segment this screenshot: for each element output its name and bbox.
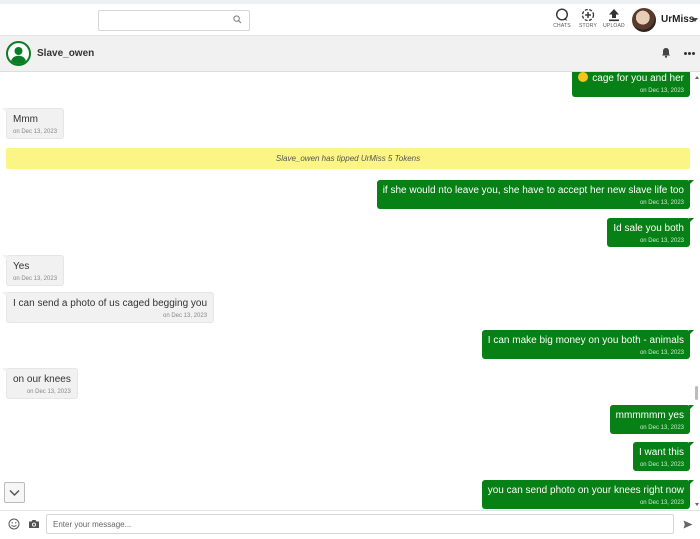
message-text: mmmmmm yes bbox=[615, 410, 684, 421]
message-incoming: Yes on Dec 13, 2023 bbox=[1, 255, 65, 286]
nav-chats-label: CHATS bbox=[553, 23, 571, 29]
user-silhouette-icon bbox=[10, 47, 27, 64]
message-outgoing: cage for you and her on Dec 13, 2023 bbox=[572, 72, 690, 97]
message-outgoing: you can send photo on your knees right n… bbox=[481, 480, 694, 509]
message-date: on Dec 13, 2023 bbox=[13, 129, 58, 135]
search-box[interactable] bbox=[98, 10, 250, 31]
message-date: on Dec 13, 2023 bbox=[639, 350, 684, 356]
message-date: on Dec 13, 2023 bbox=[639, 500, 684, 506]
scroll-to-bottom-button[interactable] bbox=[4, 482, 25, 503]
message-text: Id sale you both bbox=[613, 223, 684, 234]
message-outgoing: I want this on Dec 13, 2023 bbox=[632, 442, 694, 471]
message-text: I can make big money on you both - anima… bbox=[487, 335, 684, 346]
username[interactable]: UrMiss bbox=[661, 14, 694, 25]
chevron-down-icon bbox=[9, 489, 20, 497]
nav-upload-label: UPLOAD bbox=[603, 23, 625, 29]
bell-icon[interactable] bbox=[661, 47, 671, 58]
nav-chats[interactable]: CHATS bbox=[551, 8, 573, 29]
message-outgoing: mmmmmm yes on Dec 13, 2023 bbox=[609, 405, 694, 434]
contact-name[interactable]: Slave_owen bbox=[37, 48, 94, 59]
message-text: cage for you and her bbox=[592, 73, 684, 84]
message-input[interactable] bbox=[46, 514, 674, 534]
smiling-emoji-icon bbox=[578, 72, 589, 82]
message-date: on Dec 13, 2023 bbox=[639, 425, 684, 431]
scroll-thumb[interactable] bbox=[695, 386, 698, 400]
message-date: on Dec 13, 2023 bbox=[639, 462, 684, 468]
message-list[interactable]: cage for you and her on Dec 13, 2023 Mmm… bbox=[0, 72, 694, 510]
contact-avatar[interactable] bbox=[6, 41, 31, 66]
message-date: on Dec 13, 2023 bbox=[639, 238, 684, 244]
chat-header: Slave_owen bbox=[0, 36, 700, 72]
message-text: I want this bbox=[638, 447, 684, 458]
upload-icon bbox=[609, 9, 619, 22]
message-date: on Dec 13, 2023 bbox=[639, 200, 684, 206]
nav-upload[interactable]: UPLOAD bbox=[603, 8, 625, 29]
message-outgoing: if she would nto leave you, she have to … bbox=[376, 180, 694, 209]
nav-story-label: STORY bbox=[578, 23, 598, 29]
message-incoming: I can send a photo of us caged begging y… bbox=[1, 292, 215, 323]
nav-story[interactable]: STORY bbox=[577, 8, 599, 29]
chevron-down-icon[interactable] bbox=[692, 18, 698, 22]
message-date: on Dec 13, 2023 bbox=[639, 88, 684, 94]
message-date: on Dec 13, 2023 bbox=[163, 313, 208, 319]
chat-icon bbox=[555, 8, 569, 21]
emoji-icon[interactable] bbox=[8, 518, 20, 530]
message-text: on our knees bbox=[13, 374, 71, 385]
message-date: on Dec 13, 2023 bbox=[13, 276, 58, 282]
message-incoming: Mmm on Dec 13, 2023 bbox=[1, 108, 65, 139]
scrollbar[interactable] bbox=[694, 72, 700, 510]
tip-notification: Slave_owen has tipped UrMiss 5 Tokens bbox=[6, 148, 690, 169]
scroll-up-icon[interactable] bbox=[695, 76, 699, 79]
message-date: on Dec 13, 2023 bbox=[26, 389, 71, 395]
search-icon[interactable] bbox=[233, 15, 242, 24]
more-options-icon[interactable] bbox=[684, 52, 696, 55]
message-outgoing: I can make big money on you both - anima… bbox=[481, 330, 694, 359]
user-avatar[interactable] bbox=[632, 8, 656, 32]
message-text: I can send a photo of us caged begging y… bbox=[13, 298, 208, 309]
message-text: Yes bbox=[13, 261, 30, 272]
send-icon[interactable] bbox=[683, 520, 693, 529]
scroll-down-icon[interactable] bbox=[695, 503, 699, 506]
camera-icon[interactable] bbox=[28, 519, 40, 529]
top-bar: CHATS STORY UPLOAD UrMiss bbox=[0, 0, 700, 36]
story-add-icon bbox=[581, 8, 595, 22]
message-composer bbox=[0, 510, 700, 539]
message-text: if she would nto leave you, she have to … bbox=[382, 185, 684, 196]
message-text: you can send photo on your knees right n… bbox=[487, 485, 684, 496]
message-outgoing: Id sale you both on Dec 13, 2023 bbox=[607, 218, 694, 247]
message-incoming: on our knees on Dec 13, 2023 bbox=[2, 368, 78, 399]
message-text: Mmm bbox=[13, 114, 38, 125]
